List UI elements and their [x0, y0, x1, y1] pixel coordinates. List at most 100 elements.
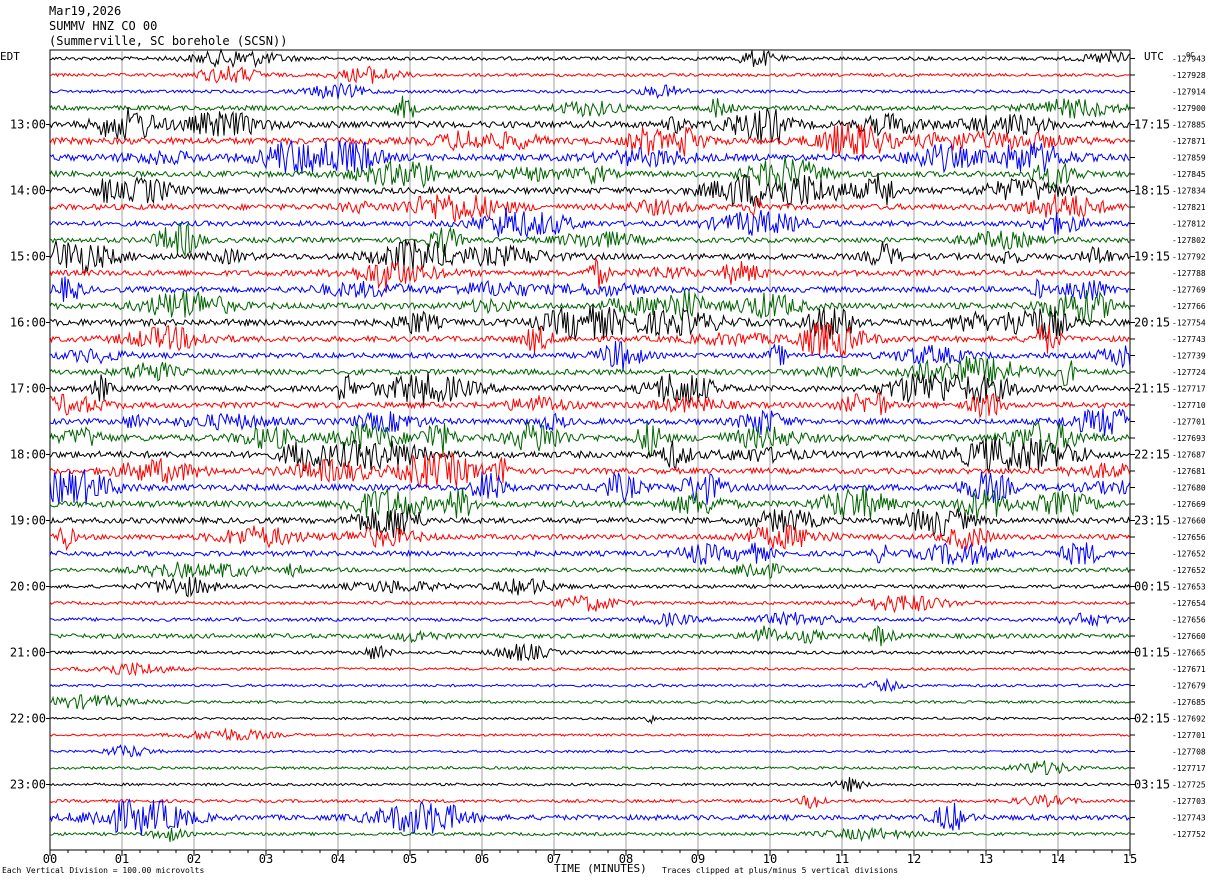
seismic-traces	[49, 48, 1131, 843]
trace-offset-label: -127701	[1172, 418, 1206, 427]
helicorder-plot: 00 01 02 03 04 05 06 07 08 09 10 11 12 13 14 15-127943-…	[10, 48, 1206, 866]
trace-offset-label: -127821	[1172, 203, 1206, 212]
trace-offset-label: -127703	[1172, 797, 1206, 806]
left-hour-label: 15:00	[10, 250, 46, 264]
trace-line	[49, 525, 1131, 552]
right-hour-label: 03:15	[1134, 778, 1170, 792]
trace-line	[49, 576, 1131, 598]
trace-offset-label: -127671	[1172, 665, 1206, 674]
x-tick-label: 09	[691, 852, 705, 866]
trace-offset-label: -127885	[1172, 121, 1206, 130]
trace-offset-label: -127792	[1172, 253, 1206, 262]
trace-offset-label: -127656	[1172, 616, 1206, 625]
trace-offset-label: -127652	[1172, 566, 1206, 575]
right-hour-label: 01:15	[1134, 646, 1170, 660]
trace-line	[49, 371, 1131, 406]
right-hour-label: 18:15	[1134, 184, 1170, 198]
trace-line	[49, 624, 1131, 647]
trace-offset-label: -127788	[1172, 269, 1206, 278]
trace-line	[49, 542, 1131, 566]
trace-line	[49, 727, 1131, 742]
clip-note: Traces clipped at plus/minus 5 vertical …	[662, 866, 899, 875]
x-tick-label: 15	[1123, 852, 1137, 866]
right-hour-label: 00:15	[1134, 580, 1170, 594]
left-hour-label: 17:00	[10, 382, 46, 396]
trace-offset-label: -127710	[1172, 401, 1206, 410]
trace-offset-label: -127680	[1172, 484, 1206, 493]
x-tick-label: 06	[475, 852, 489, 866]
trace-offset-label: -127717	[1172, 764, 1206, 773]
trace-offset-label: -127754	[1172, 319, 1206, 328]
right-top-small-label: 0C	[1186, 51, 1194, 59]
trace-line	[49, 714, 1131, 725]
left-hour-label: 14:00	[10, 184, 46, 198]
trace-offset-label: -127681	[1172, 467, 1206, 476]
left-hour-label: 19:00	[10, 514, 46, 528]
x-tick-label: 13	[979, 852, 993, 866]
trace-line	[49, 451, 1131, 489]
trace-offset-label: -127708	[1172, 748, 1206, 757]
right-hour-label: 19:15	[1134, 250, 1170, 264]
left-hour-label: 18:00	[10, 448, 46, 462]
trace-line	[49, 793, 1131, 809]
left-hour-label: 13:00	[10, 118, 46, 132]
trace-offset-label: -127685	[1172, 698, 1206, 707]
x-axis-title: TIME (MINUTES)	[554, 862, 647, 875]
trace-line	[49, 506, 1131, 538]
trace-line	[49, 48, 1131, 69]
trace-line	[49, 777, 1131, 793]
trace-offset-label: -127669	[1172, 500, 1206, 509]
trace-line	[49, 798, 1131, 836]
trace-offset-label: -127665	[1172, 649, 1206, 658]
trace-offset-label: -127900	[1172, 104, 1206, 113]
x-tick-label: 05	[403, 852, 417, 866]
trace-offset-label: -127652	[1172, 550, 1206, 559]
x-tick-label: 14	[1051, 852, 1065, 866]
trace-offset-label: -127660	[1172, 632, 1206, 641]
trace-offset-label: -127743	[1172, 335, 1206, 344]
trace-line	[49, 392, 1131, 419]
trace-offset-label: -127717	[1172, 385, 1206, 394]
trace-line	[49, 304, 1131, 342]
trace-line	[49, 642, 1131, 662]
trace-offset-label: -127812	[1172, 220, 1206, 229]
x-tick-label: 00	[43, 852, 57, 866]
trace-offset-label: -127687	[1172, 451, 1206, 460]
trace-offset-label: -127766	[1172, 302, 1206, 311]
trace-offset-label: -127679	[1172, 682, 1206, 691]
x-tick-label: 04	[331, 852, 345, 866]
left-hour-label: 22:00	[10, 712, 46, 726]
trace-line	[49, 826, 1131, 843]
left-hour-label: 20:00	[10, 580, 46, 594]
trace-offset-label: -127859	[1172, 154, 1206, 163]
trace-line	[49, 222, 1131, 258]
x-tick-label: 12	[907, 852, 921, 866]
trace-line	[49, 421, 1131, 457]
trace-line	[49, 207, 1131, 239]
trace-offset-label: -127693	[1172, 434, 1206, 443]
x-tick-label: 01	[115, 852, 129, 866]
trace-offset-label: -127654	[1172, 599, 1206, 608]
trace-line	[49, 65, 1131, 84]
trace-line	[49, 594, 1131, 614]
trace-line	[49, 610, 1131, 628]
left-hour-label: 16:00	[10, 316, 46, 330]
trace-line	[49, 662, 1131, 677]
trace-line	[49, 139, 1131, 174]
trace-line	[49, 193, 1131, 223]
x-tick-label: 03	[259, 852, 273, 866]
trace-offset-label: -127802	[1172, 236, 1206, 245]
x-tick-label: 11	[835, 852, 849, 866]
trace-line	[49, 561, 1131, 580]
trace-offset-label: -127701	[1172, 731, 1206, 740]
trace-line	[49, 693, 1131, 710]
trace-line	[49, 677, 1131, 693]
trace-offset-label: -127725	[1172, 781, 1206, 790]
trace-line	[49, 436, 1131, 474]
plot-frame	[49, 49, 1131, 851]
trace-offset-label: -127656	[1172, 533, 1206, 542]
x-tick-label: 02	[187, 852, 201, 866]
right-hour-label: 02:15	[1134, 712, 1170, 726]
trace-line	[49, 760, 1131, 775]
right-hour-label: 17:15	[1134, 118, 1170, 132]
